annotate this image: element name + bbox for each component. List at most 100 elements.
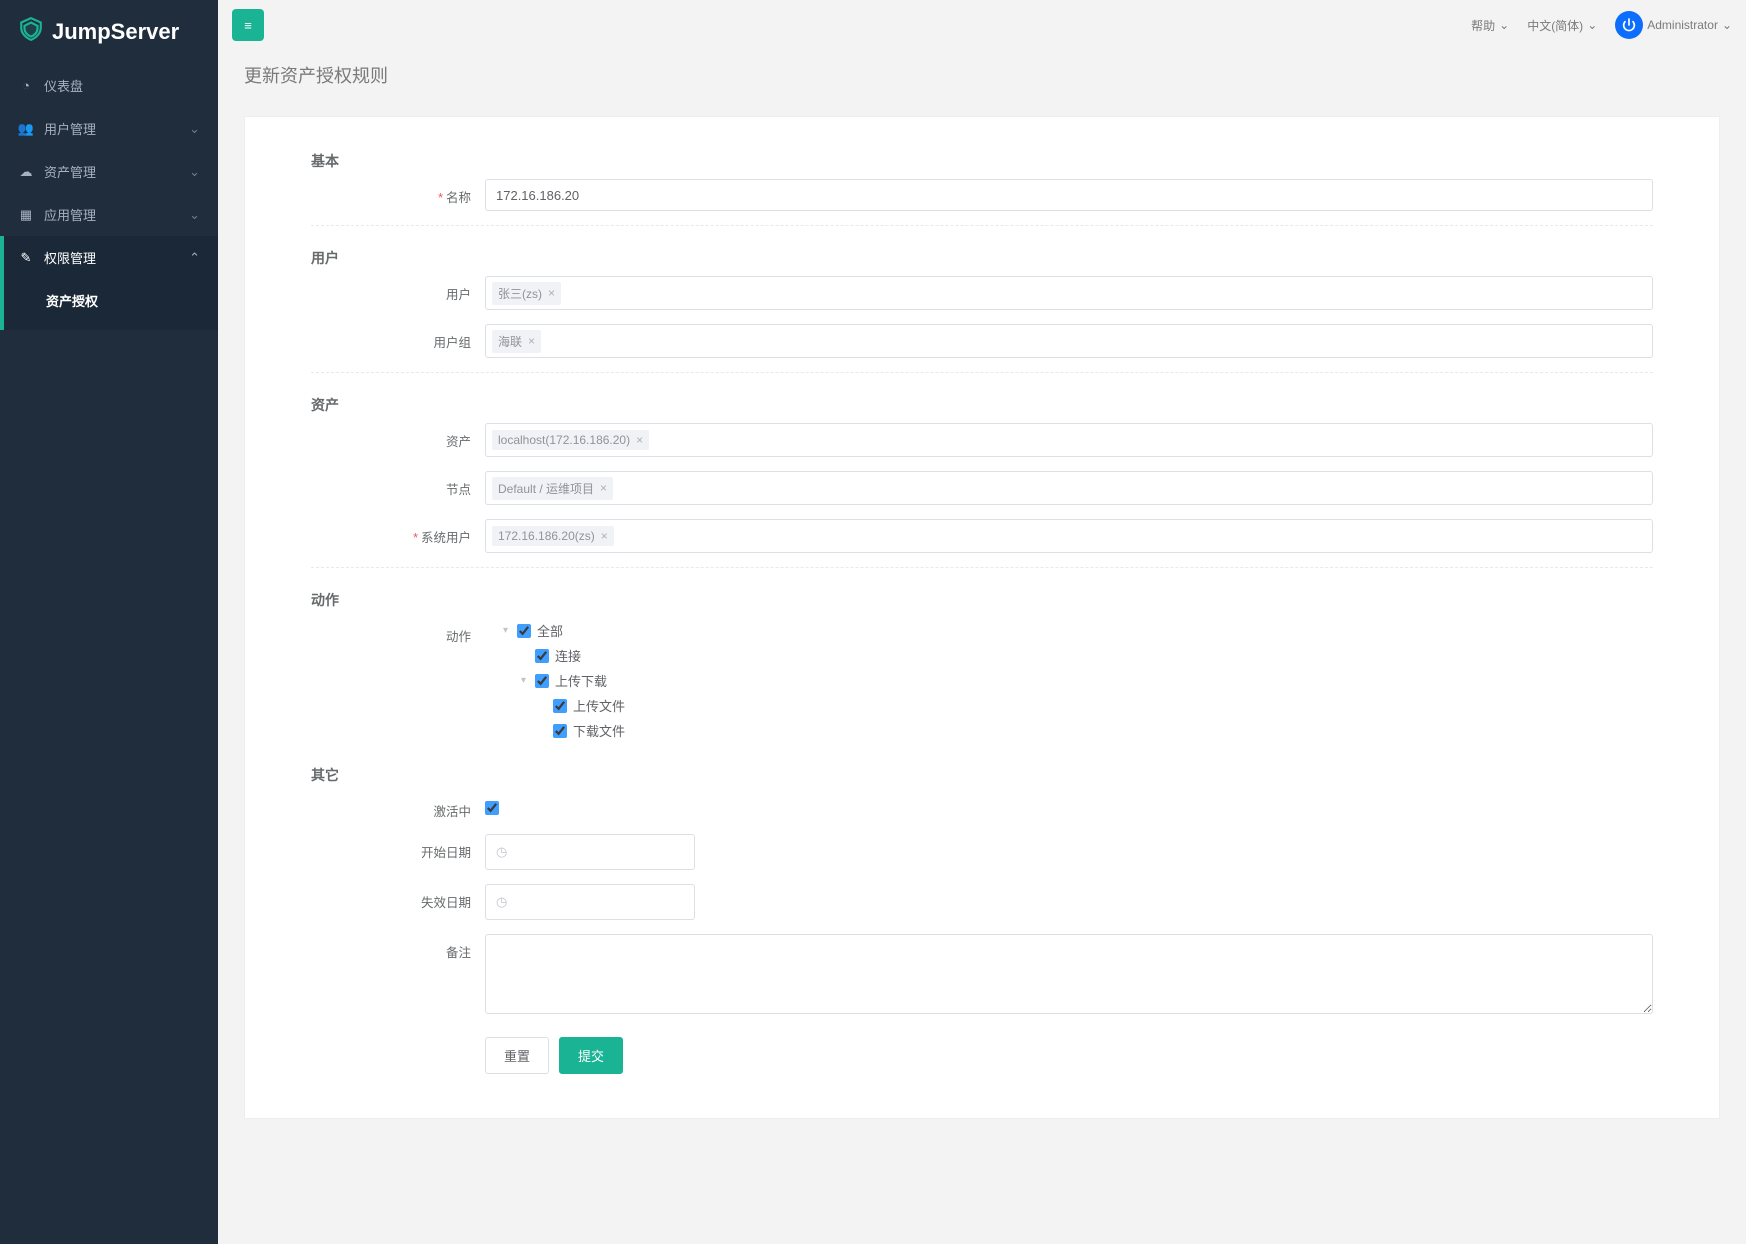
chevron-down-icon: ⌄ xyxy=(1722,18,1732,32)
tag-text: 海联 xyxy=(498,333,522,350)
apps-icon: ▦ xyxy=(18,207,34,223)
lang-menu[interactable]: 中文(简体) ⌄ xyxy=(1527,17,1597,34)
name-input[interactable] xyxy=(485,179,1653,211)
system-user-select[interactable]: 172.16.186.20(zs) × xyxy=(485,519,1653,553)
tree-label: 下载文件 xyxy=(573,721,625,740)
node-select[interactable]: Default / 运维项目 × xyxy=(485,471,1653,505)
label-user: 用户 xyxy=(311,276,471,303)
edit-icon: ✎ xyxy=(18,250,34,266)
nav-label: 权限管理 xyxy=(44,248,96,267)
label-active: 激活中 xyxy=(311,793,471,820)
nav-label: 仪表盘 xyxy=(44,76,83,95)
page-title: 更新资产授权规则 xyxy=(218,50,1746,100)
user-select[interactable]: 张三(zs) × xyxy=(485,276,1653,310)
label-action: 动作 xyxy=(311,618,471,645)
asset-select[interactable]: localhost(172.16.186.20) × xyxy=(485,423,1653,457)
nav-label: 应用管理 xyxy=(44,205,96,224)
chevron-down-icon: ⌄ xyxy=(189,164,200,180)
label-name: *名称 xyxy=(311,179,471,206)
chevron-down-icon: ⌄ xyxy=(189,207,200,223)
chk-updown[interactable] xyxy=(535,674,549,688)
chk-all[interactable] xyxy=(517,624,531,638)
tree-label: 连接 xyxy=(555,646,581,665)
nav-apps[interactable]: ▦ 应用管理 ⌄ xyxy=(0,193,218,236)
caret-icon[interactable]: ▾ xyxy=(521,675,529,686)
nav-label: 资产管理 xyxy=(44,162,96,181)
system-user-tag: 172.16.186.20(zs) × xyxy=(492,526,614,546)
main: ≡ 帮助 ⌄ 中文(简体) ⌄ Administrator ⌄ 更新资产授权规则 xyxy=(218,0,1746,1244)
label-system-user: *系统用户 xyxy=(311,519,471,546)
clock-icon: ◷ xyxy=(496,894,507,910)
tag-text: localhost(172.16.186.20) xyxy=(498,433,630,447)
nav-perms[interactable]: ✎ 权限管理 ⌃ xyxy=(0,236,218,279)
user-label: Administrator xyxy=(1647,18,1718,32)
tag-text: Default / 运维项目 xyxy=(498,480,594,497)
nav-assets[interactable]: ☁ 资产管理 ⌄ xyxy=(0,150,218,193)
users-icon: 👥 xyxy=(18,121,34,137)
nav-dashboard[interactable]: ◔ 仪表盘 xyxy=(0,64,218,107)
divider xyxy=(311,567,1653,568)
divider xyxy=(311,225,1653,226)
user-group-tag: 海联 × xyxy=(492,330,541,353)
tag-text: 张三(zs) xyxy=(498,285,542,302)
clock-icon: ◷ xyxy=(496,844,507,860)
label-asset: 资产 xyxy=(311,423,471,450)
submit-button[interactable]: 提交 xyxy=(559,1037,623,1074)
section-user: 用户 xyxy=(311,240,1653,276)
assets-icon: ☁ xyxy=(18,164,34,180)
dashboard-icon: ◔ xyxy=(18,78,34,93)
remove-icon[interactable]: × xyxy=(601,529,608,543)
power-icon xyxy=(1615,11,1643,39)
nav-db-perm[interactable]: 数据库授权 xyxy=(0,322,218,330)
action-tree: ▾ 全部 连接 xyxy=(485,618,1653,743)
topbar: ≡ 帮助 ⌄ 中文(简体) ⌄ Administrator ⌄ xyxy=(218,0,1746,50)
logo-icon xyxy=(18,16,44,48)
label-node: 节点 xyxy=(311,471,471,498)
lang-label: 中文(简体) xyxy=(1527,17,1583,34)
label-date-start: 开始日期 xyxy=(311,834,471,861)
date-start-input[interactable]: ◷ xyxy=(485,834,695,870)
sidebar: JumpServer ◔ 仪表盘 👥 用户管理 ⌄ ☁ 资产管理 ⌄ ▦ 应用管… xyxy=(0,0,218,1244)
chevron-down-icon: ⌄ xyxy=(189,121,200,137)
remove-icon[interactable]: × xyxy=(636,433,643,447)
chk-connect[interactable] xyxy=(535,649,549,663)
chevron-down-icon: ⌄ xyxy=(1587,18,1597,32)
section-basic: 基本 xyxy=(311,143,1653,179)
user-menu[interactable]: Administrator ⌄ xyxy=(1615,11,1732,39)
user-tag: 张三(zs) × xyxy=(492,282,561,305)
nav-label: 用户管理 xyxy=(44,119,96,138)
remove-icon[interactable]: × xyxy=(528,334,535,348)
remove-icon[interactable]: × xyxy=(600,481,607,495)
node-tag: Default / 运维项目 × xyxy=(492,477,613,500)
tag-text: 172.16.186.20(zs) xyxy=(498,529,595,543)
menu-icon: ≡ xyxy=(244,18,252,33)
section-other: 其它 xyxy=(311,757,1653,793)
chevron-down-icon: ⌄ xyxy=(1499,18,1509,32)
remove-icon[interactable]: × xyxy=(548,286,555,300)
caret-icon[interactable]: ▾ xyxy=(503,625,511,636)
chk-upload[interactable] xyxy=(553,699,567,713)
help-menu[interactable]: 帮助 ⌄ xyxy=(1471,17,1509,34)
content: 基本 *名称 用户 用户 张三(zs) × xyxy=(218,100,1746,1244)
brand: JumpServer xyxy=(0,0,218,64)
reset-button[interactable]: 重置 xyxy=(485,1037,549,1074)
nav-perms-submenu: 资产授权 数据库授权 xyxy=(0,279,218,330)
active-checkbox[interactable] xyxy=(485,801,499,815)
section-asset: 资产 xyxy=(311,387,1653,423)
divider xyxy=(311,372,1653,373)
nav-asset-perm[interactable]: 资产授权 xyxy=(0,279,218,322)
chk-download[interactable] xyxy=(553,724,567,738)
chevron-up-icon: ⌃ xyxy=(189,250,200,266)
label-date-expired: 失效日期 xyxy=(311,884,471,911)
user-group-select[interactable]: 海联 × xyxy=(485,324,1653,358)
form-panel: 基本 *名称 用户 用户 张三(zs) × xyxy=(244,116,1720,1119)
label-user-group: 用户组 xyxy=(311,324,471,351)
brand-name: JumpServer xyxy=(52,19,179,45)
nav-menu: ◔ 仪表盘 👥 用户管理 ⌄ ☁ 资产管理 ⌄ ▦ 应用管理 ⌄ ✎ 权限管理 … xyxy=(0,64,218,330)
nav-users[interactable]: 👥 用户管理 ⌄ xyxy=(0,107,218,150)
date-expired-input[interactable]: ◷ xyxy=(485,884,695,920)
comment-textarea[interactable] xyxy=(485,934,1653,1014)
toggle-sidebar-button[interactable]: ≡ xyxy=(232,9,264,41)
tree-label: 全部 xyxy=(537,621,563,640)
tree-label: 上传下载 xyxy=(555,671,607,690)
